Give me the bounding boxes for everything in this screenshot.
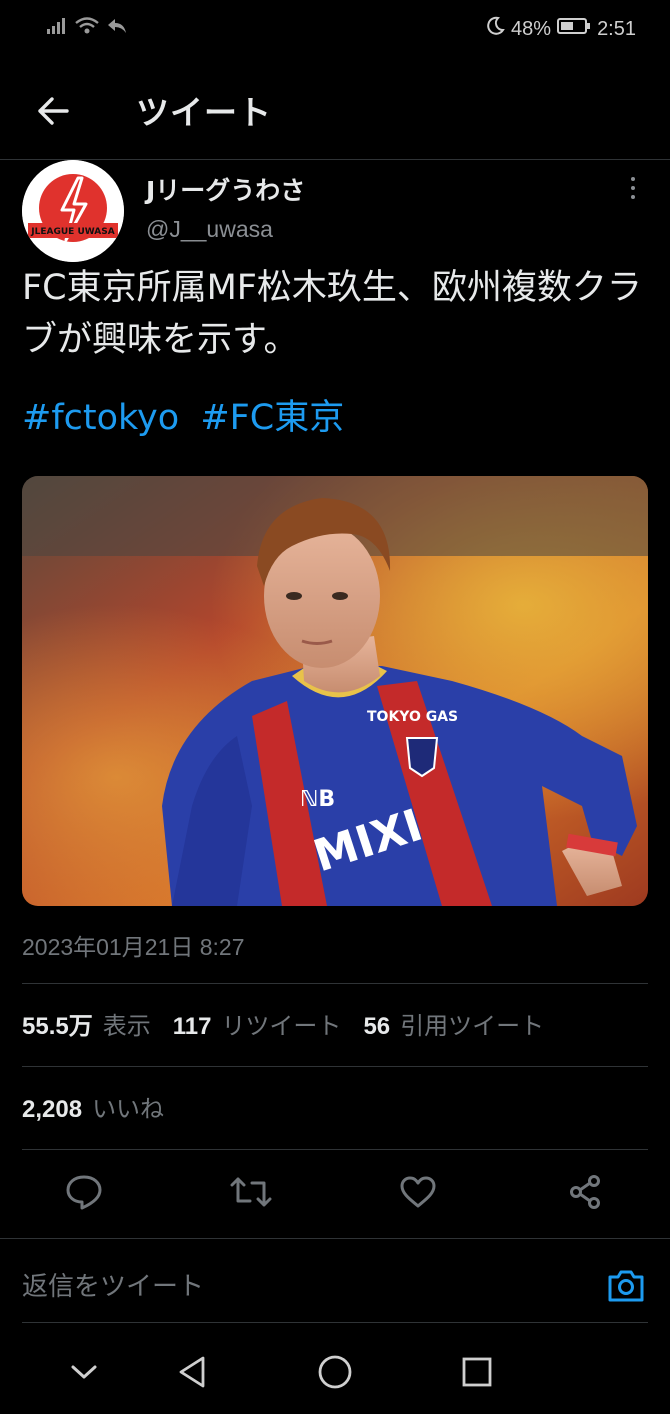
nav-back-icon xyxy=(179,1356,205,1388)
views-label: 表示 xyxy=(102,1012,151,1040)
author-name[interactable]: Jリーグうわさ xyxy=(146,171,305,207)
back-button[interactable] xyxy=(30,88,76,134)
retweet-icon xyxy=(230,1177,272,1207)
nav-down-icon xyxy=(71,1365,97,1379)
camera-button[interactable] xyxy=(604,1266,648,1306)
page-title: ツイート xyxy=(136,93,272,132)
reply-button[interactable] xyxy=(62,1170,106,1214)
camera-icon xyxy=(608,1270,644,1302)
reply-icon xyxy=(66,1175,102,1210)
reply-input[interactable]: 返信をツイート xyxy=(22,1266,204,1303)
like-button[interactable] xyxy=(396,1170,440,1214)
nav-recents-button[interactable] xyxy=(455,1350,499,1394)
back-arrow-icon xyxy=(38,97,69,125)
status-bar: 48% 2:51 xyxy=(0,0,670,58)
back-arrow-icon xyxy=(106,17,128,40)
quotes-count: 56 xyxy=(363,1013,391,1040)
system-nav-bar xyxy=(0,1330,670,1414)
tweet-text: FC東京所属MF松木玖生、欧州複数クラブが興味を示す。 xyxy=(22,268,642,360)
tweet-image[interactable]: TOKYO GAS MIXI ℕB xyxy=(22,476,648,906)
nav-home-icon xyxy=(318,1355,352,1389)
retweets-count: 117 xyxy=(172,1013,212,1040)
quotes-label: 引用ツイート xyxy=(400,1012,545,1040)
hashtag-link[interactable]: #fctokyo xyxy=(22,398,179,438)
divider xyxy=(22,1149,648,1150)
share-icon xyxy=(570,1175,600,1209)
nav-down-button[interactable] xyxy=(62,1350,106,1394)
action-bar xyxy=(0,1170,670,1220)
clock: 2:51 xyxy=(597,17,636,40)
likes-label: いいね xyxy=(92,1095,165,1123)
likes-stat[interactable]: 2,208 いいね xyxy=(22,1089,164,1124)
retweet-button[interactable] xyxy=(229,1170,273,1214)
likes-count: 2,208 xyxy=(22,1096,83,1123)
avatar-text: JLEAGUE UWASA xyxy=(30,227,114,237)
svg-text:ℕB: ℕB xyxy=(300,787,335,812)
author-handle[interactable]: @J__uwasa xyxy=(146,216,273,243)
divider xyxy=(22,983,648,984)
tweet-timestamp: 2023年01月21日 8:27 xyxy=(22,934,245,960)
views-count: 55.5万 xyxy=(22,1013,93,1040)
reply-bar: 返信をツイート xyxy=(0,1242,670,1326)
header: ツイート xyxy=(0,70,670,160)
divider xyxy=(22,1322,648,1323)
more-options-icon[interactable] xyxy=(620,175,646,205)
quotes-stat[interactable]: 56 引用ツイート xyxy=(363,1006,544,1041)
nav-recents-icon xyxy=(462,1357,492,1387)
retweets-label: リツイート xyxy=(221,1012,342,1040)
divider xyxy=(0,1238,670,1239)
jersey-sponsor-small: TOKYO GAS xyxy=(367,709,458,725)
share-button[interactable] xyxy=(563,1170,607,1214)
retweets-stat[interactable]: 117 リツイート xyxy=(173,1006,342,1041)
divider xyxy=(22,1066,648,1067)
battery-percent: 48% xyxy=(511,17,552,40)
signal-icon xyxy=(46,17,68,40)
battery-icon xyxy=(557,17,591,41)
hashtag-link[interactable]: #FC東京 xyxy=(200,398,344,438)
hashtags: #fctokyo #FC東京 xyxy=(22,392,354,444)
like-icon xyxy=(400,1176,436,1208)
moon-icon xyxy=(485,16,505,42)
wifi-icon xyxy=(74,16,100,41)
views-stat[interactable]: 55.5万 表示 xyxy=(22,1006,151,1041)
stats-row: 55.5万 表示 117 リツイート 56 引用ツイート xyxy=(22,1006,566,1041)
avatar[interactable]: JLEAGUE UWASA xyxy=(22,160,124,262)
nav-back-button[interactable] xyxy=(170,1350,214,1394)
nav-home-button[interactable] xyxy=(313,1350,357,1394)
